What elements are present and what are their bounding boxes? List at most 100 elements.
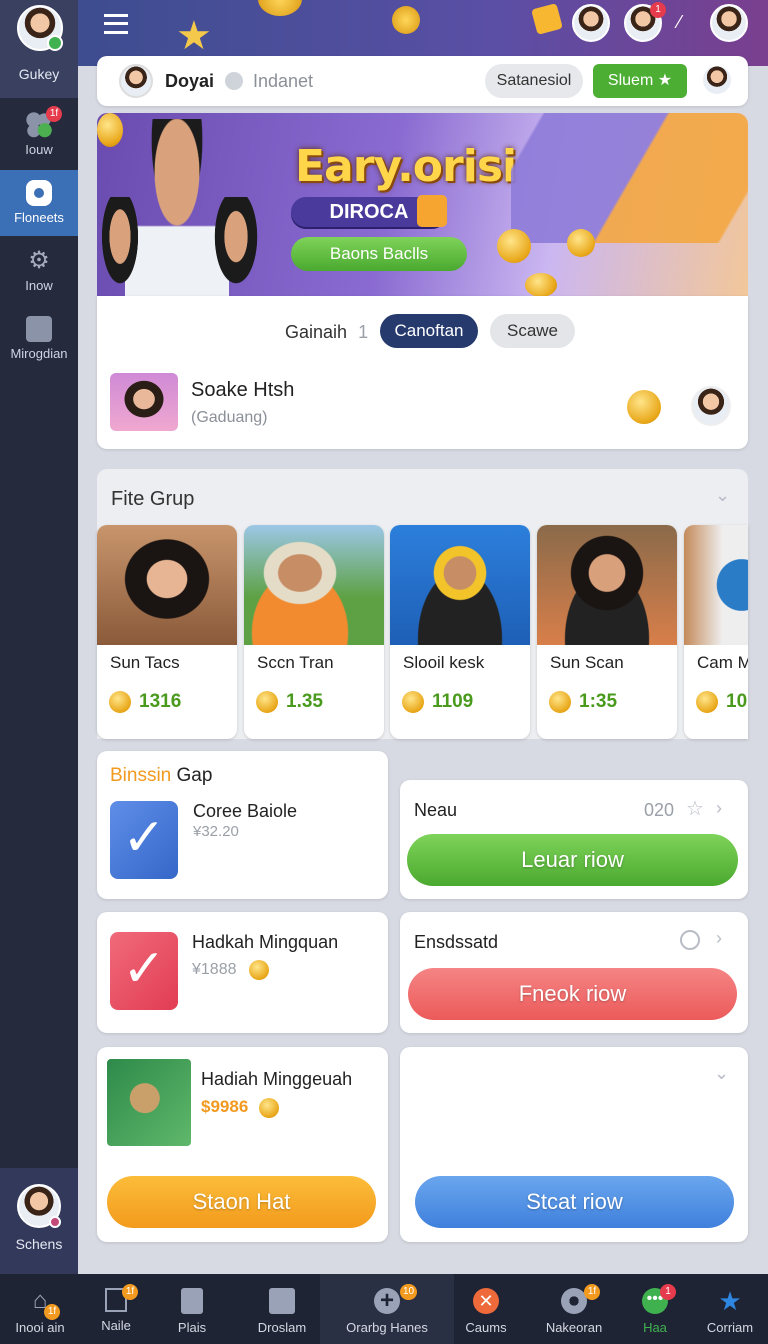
checkmark-icon: ✓	[110, 932, 178, 1010]
chevron-down-icon[interactable]: ⌄	[715, 485, 730, 506]
coin-icon	[259, 1097, 280, 1118]
bottom-nav: ⌂ 1f Inooi ain 1f Naile Plais Droslam + …	[0, 1274, 768, 1344]
nav-label: Caums	[465, 1320, 507, 1335]
hadkah-title: Hadkah Mingquan	[192, 932, 339, 952]
checkmark-icon: ✓	[110, 801, 178, 879]
staon-hat-button[interactable]: Staon Hat	[107, 1176, 376, 1228]
sidebar: Gukey 1f Iouw Floneets ⚙ Inow Mirogdian …	[0, 0, 78, 1274]
member-photo	[390, 525, 530, 645]
group-title: Fite Grup	[111, 488, 195, 510]
member-card[interactable]: Cam M 10	[684, 525, 748, 739]
member-name: Sccn Tran	[257, 653, 334, 672]
hamburger-icon[interactable]	[104, 14, 128, 34]
clipboard-icon	[181, 1288, 203, 1314]
notification-badge: 1f	[584, 1284, 600, 1300]
stcat-riow-button[interactable]: Stcat riow	[415, 1176, 734, 1228]
coin-icon	[567, 229, 595, 257]
hadkah-card[interactable]: ✓ Hadkah Mingquan ¥1888	[97, 912, 388, 1033]
fneok-riow-button[interactable]: Fneok riow	[408, 968, 737, 1020]
coin-decoration	[392, 6, 420, 34]
amount-value: 1.35	[286, 691, 323, 713]
avatar[interactable]	[572, 4, 610, 42]
sidebar-item-inow[interactable]: ⚙ Inow	[0, 238, 78, 304]
chevron-down-icon[interactable]: ⌄	[714, 1063, 729, 1084]
amount-value: 1316	[139, 691, 182, 713]
notification-badge: 1f	[44, 1304, 60, 1320]
member-amount: 1109	[402, 691, 473, 713]
hadiah-card: Hadiah Minggeuah $9986 Staon Hat	[97, 1047, 388, 1242]
sidebar-item-mirogdian[interactable]: Mirogdian	[0, 306, 78, 378]
help-icon	[225, 72, 243, 90]
online-icon	[47, 35, 63, 51]
neau-value: 020	[644, 800, 675, 820]
nav-label: Plais	[177, 1320, 207, 1335]
hadiah-title: Hadiah Minggeuah	[201, 1069, 353, 1089]
status-icon	[49, 1216, 61, 1228]
nav-corriam[interactable]: ★ Corriam	[700, 1274, 760, 1344]
ensdssatd-card: Ensdssatd › Fneok riow	[400, 912, 748, 1033]
tab-scawe[interactable]: Scawe	[490, 314, 575, 348]
chevron-right-icon[interactable]: ›	[716, 798, 722, 819]
camera-icon	[26, 180, 52, 206]
coin-decoration	[258, 0, 302, 16]
avatar[interactable]	[691, 386, 731, 426]
sidebar-item-iouw[interactable]: 1f Iouw	[0, 102, 78, 168]
amount-value: 1:35	[579, 691, 618, 713]
star-outline-icon[interactable]: ☆	[686, 796, 704, 821]
member-photo	[244, 525, 384, 645]
header-card: Doyai Indanet Satanesiol Sluem ★	[97, 56, 748, 106]
primary-button[interactable]: Sluem ★	[593, 64, 687, 98]
nav-label: Inooi ain	[15, 1320, 65, 1335]
sidebar-item-floneets[interactable]: Floneets	[0, 170, 78, 236]
nav-plais[interactable]: Plais	[162, 1274, 222, 1344]
nav-nakeoran[interactable]: 1f Nakeoran	[540, 1274, 608, 1344]
tab-canoftan[interactable]: Canoftan	[380, 314, 478, 348]
avatar[interactable]: 1	[624, 2, 666, 42]
coin-icon	[256, 691, 278, 713]
notification-badge: 1	[660, 1284, 676, 1300]
nav-label: Corriam	[706, 1320, 754, 1335]
sidebar-item-label: Inow	[25, 278, 53, 293]
member-card[interactable]: Slooil kesk 1109	[390, 525, 530, 739]
coin-icon	[549, 691, 571, 713]
coin-icon	[248, 960, 269, 980]
member-photo	[537, 525, 677, 645]
nav-haa[interactable]: ••• 1 Haa	[628, 1274, 682, 1344]
banner-title: Eary.orisi	[295, 141, 517, 192]
nav-caums[interactable]: ✕ Caums	[456, 1274, 516, 1344]
sparkle-icon: ⁄	[678, 12, 682, 32]
leuar-riow-button[interactable]: Leuar riow	[407, 834, 738, 886]
filter-label: Gainaih 1	[285, 322, 368, 343]
bonus-card[interactable]: Binssin Gap ✓ Coree Baiole ¥32.20	[97, 751, 388, 899]
coin-icon	[97, 113, 123, 147]
info-icon[interactable]	[680, 930, 700, 950]
nav-orarbg-hanes[interactable]: + 10 Orarbg Hanes	[320, 1274, 454, 1344]
nav-naile[interactable]: 1f Naile	[86, 1274, 146, 1344]
star-icon: ★	[718, 1286, 742, 1316]
member-card[interactable]: Sun Tacs 1316	[97, 525, 237, 739]
amount-value: 10	[726, 691, 748, 713]
neau-title: Neau	[414, 800, 458, 820]
nav-droslam[interactable]: Droslam	[244, 1274, 320, 1344]
member-name: Sun Scan	[550, 653, 624, 672]
member-card[interactable]: Sccn Tran 1.35	[244, 525, 384, 739]
banner-button[interactable]: Baons Baclls	[291, 237, 467, 271]
film-icon	[26, 316, 52, 342]
chevron-right-icon[interactable]: ›	[716, 928, 722, 949]
member-name: Sun Tacs	[110, 653, 180, 672]
sidebar-profile[interactable]: Gukey	[0, 0, 78, 98]
sidebar-bottom[interactable]: Schens	[0, 1168, 78, 1274]
notification-badge: 1f	[122, 1284, 138, 1300]
avatar[interactable]	[710, 4, 748, 42]
nav-home[interactable]: ⌂ 1f Inooi ain	[8, 1274, 72, 1344]
secondary-button[interactable]: Satanesiol	[485, 64, 583, 98]
film-icon	[269, 1288, 295, 1314]
title-highlight: Binssin	[110, 765, 172, 786]
notification-badge: 1	[650, 2, 666, 18]
coin-icon	[402, 691, 424, 713]
game-thumbnail	[107, 1059, 191, 1146]
profile-name: Soake Htsh	[191, 379, 295, 401]
member-card[interactable]: Sun Scan 1:35	[537, 525, 677, 739]
promo-banner[interactable]: Eary.orisi DIROCA Baons Baclls	[97, 113, 748, 296]
sidebar-item-label: Floneets	[14, 210, 64, 225]
